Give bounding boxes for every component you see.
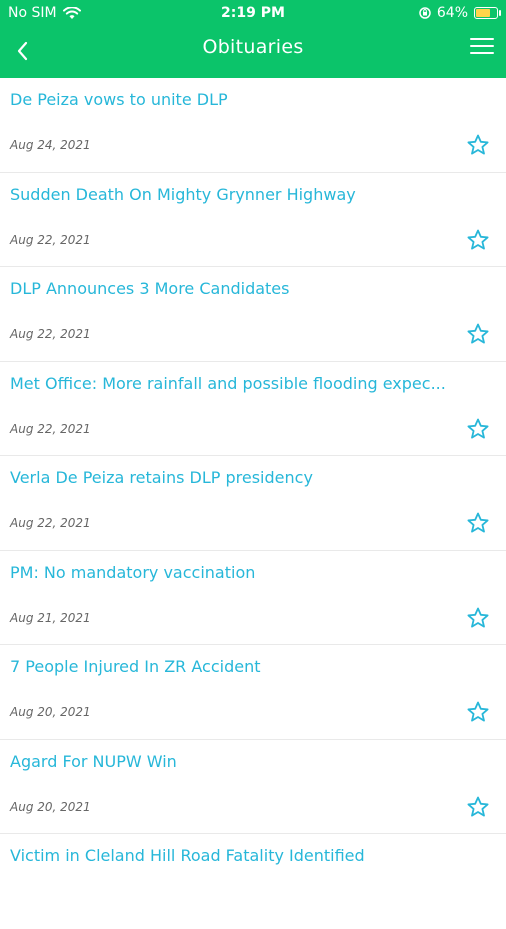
star-icon[interactable] (466, 700, 490, 724)
star-icon[interactable] (466, 606, 490, 630)
status-right-group: 64% (419, 5, 501, 21)
star-icon[interactable] (466, 795, 490, 819)
article-title[interactable]: Victim in Cleland Hill Road Fatality Ide… (10, 846, 496, 865)
article-title[interactable]: PM: No mandatory vaccination (10, 563, 496, 582)
battery-percent: 64% (436, 5, 468, 21)
article-title[interactable]: Verla De Peiza retains DLP presidency (10, 468, 496, 487)
list-item[interactable]: Victim in Cleland Hill Road Fatality Ide… (0, 834, 506, 929)
orientation-lock-icon (419, 7, 431, 19)
article-date: Aug 21, 2021 (10, 610, 91, 625)
article-date: Aug 20, 2021 (10, 705, 91, 719)
star-icon[interactable] (466, 133, 490, 157)
list-item[interactable]: PM: No mandatory vaccination Aug 21, 202… (0, 551, 506, 645)
article-title[interactable]: Sudden Death On Mighty Grynner Highway (10, 185, 496, 204)
star-icon[interactable] (466, 417, 490, 441)
page-title: Obituaries (202, 36, 304, 58)
battery-icon (474, 7, 501, 19)
article-date: Aug 22, 2021 (10, 421, 91, 436)
hamburger-menu-icon[interactable] (470, 38, 494, 58)
article-date: Aug 22, 2021 (10, 327, 91, 341)
article-title[interactable]: 7 People Injured In ZR Accident (10, 657, 496, 676)
article-title[interactable]: De Peiza vows to unite DLP (10, 90, 496, 109)
list-item[interactable]: Sudden Death On Mighty Grynner Highway A… (0, 173, 506, 267)
article-date: Aug 22, 2021 (10, 232, 91, 247)
article-date: Aug 22, 2021 (10, 516, 91, 530)
star-icon[interactable] (466, 228, 490, 252)
list-item[interactable]: Agard For NUPW Win Aug 20, 2021 (0, 740, 506, 834)
status-bar: No SIM 2:19 PM 64% (0, 0, 506, 28)
list-item[interactable]: Verla De Peiza retains DLP presidency Au… (0, 456, 506, 551)
list-item[interactable]: 7 People Injured In ZR Accident Aug 20, … (0, 645, 506, 740)
list-item[interactable]: Met Office: More rainfall and possible f… (0, 362, 506, 456)
article-list: De Peiza vows to unite DLP Aug 24, 2021 … (0, 78, 506, 929)
article-title[interactable]: DLP Announces 3 More Candidates (10, 279, 496, 298)
list-item[interactable]: De Peiza vows to unite DLP Aug 24, 2021 (0, 78, 506, 173)
list-item[interactable]: DLP Announces 3 More Candidates Aug 22, … (0, 267, 506, 362)
article-title[interactable]: Met Office: More rainfall and possible f… (10, 374, 496, 393)
nav-bar: Obituaries (0, 28, 506, 78)
article-date: Aug 24, 2021 (10, 138, 91, 152)
article-date: Aug 20, 2021 (10, 799, 91, 814)
star-icon[interactable] (466, 511, 490, 535)
app-header: No SIM 2:19 PM 64% Obituaries (0, 0, 506, 78)
star-icon[interactable] (466, 322, 490, 346)
article-title[interactable]: Agard For NUPW Win (10, 752, 496, 771)
